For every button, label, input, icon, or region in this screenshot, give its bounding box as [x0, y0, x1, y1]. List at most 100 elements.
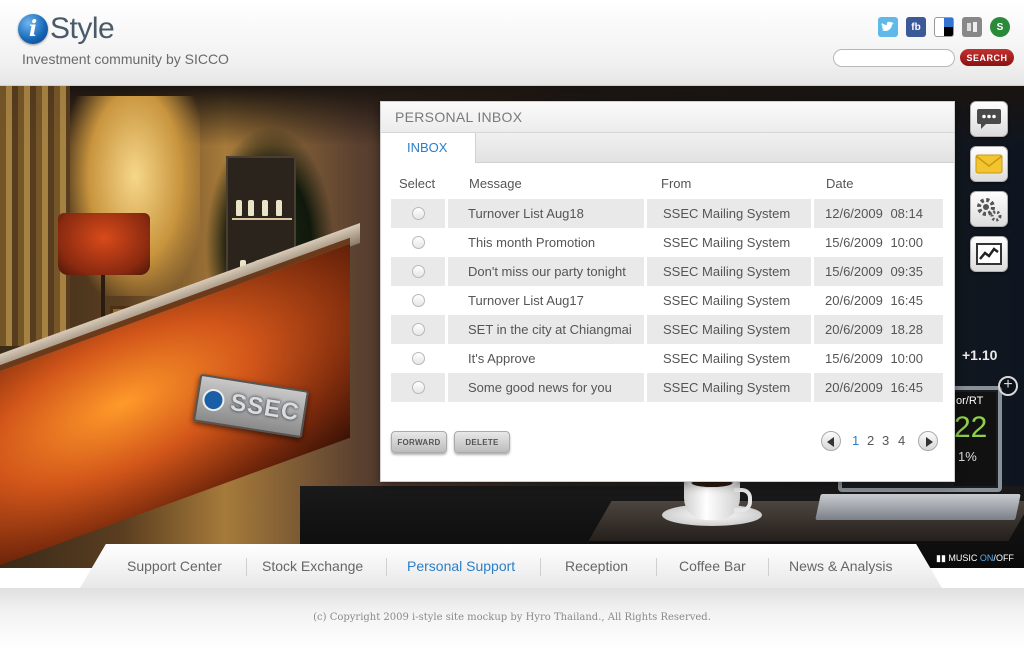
nav-item-reception[interactable]: Reception — [565, 544, 628, 588]
from-cell: SSEC Mailing System — [647, 373, 811, 402]
select-radio[interactable] — [412, 207, 425, 220]
delete-button[interactable]: DELETE — [454, 431, 510, 453]
from-cell: SSEC Mailing System — [647, 257, 811, 286]
table-row[interactable]: This month Promotion SSEC Mailing System… — [391, 228, 943, 257]
from-cell: SSEC Mailing System — [647, 199, 811, 228]
personal-inbox-panel: PERSONAL INBOX INBOX Select Message From… — [380, 101, 955, 482]
coffee-cup — [684, 478, 752, 520]
music-label: MUSIC — [948, 553, 978, 563]
ssec-sign-text: SSEC — [228, 388, 302, 427]
delicious-icon[interactable] — [934, 17, 954, 37]
message-table: Turnover List Aug18 SSEC Mailing System … — [391, 199, 943, 402]
select-radio[interactable] — [412, 236, 425, 249]
laptop-percent: 1% — [958, 449, 977, 464]
copyright: (c) Copyright 2009 i-style site mockup b… — [313, 612, 711, 623]
settings-icon[interactable] — [970, 191, 1008, 227]
page-link-1[interactable]: 1 — [852, 433, 859, 448]
nav-divider — [768, 558, 769, 576]
music-off[interactable]: OFF — [996, 553, 1014, 563]
date-cell: 15/6/2009 10:00 — [825, 351, 923, 366]
lamp-shade — [58, 213, 150, 275]
select-cell — [391, 199, 445, 228]
nav-divider — [246, 558, 247, 576]
logo-badge: i — [18, 14, 48, 44]
table-row[interactable]: Turnover List Aug18 SSEC Mailing System … — [391, 199, 943, 228]
message-cell[interactable]: Turnover List Aug17 — [448, 286, 644, 315]
date-cell: 20/6/2009 18.28 — [814, 315, 943, 344]
date-cell: 12/6/2009 08:14 — [814, 199, 943, 228]
main-nav: Support Center Stock Exchange Personal S… — [80, 544, 942, 588]
message-cell[interactable]: It's Approve — [448, 344, 644, 373]
laptop-base — [815, 494, 1021, 520]
tab-bar: INBOX — [381, 133, 954, 163]
chart-icon[interactable] — [970, 236, 1008, 272]
logo-wordmark: Style — [50, 12, 115, 45]
column-header-select: Select — [399, 176, 436, 191]
select-radio[interactable] — [412, 294, 425, 307]
from-cell: SSEC Mailing System — [663, 235, 791, 250]
table-row[interactable]: Some good news for you SSEC Mailing Syst… — [391, 373, 943, 402]
message-cell[interactable]: SET in the city at Chiangmai — [448, 315, 644, 344]
facebook-icon[interactable]: fb — [906, 17, 926, 37]
stumbleupon-icon[interactable]: S — [990, 17, 1010, 37]
select-radio[interactable] — [412, 323, 425, 336]
logo[interactable]: i Style — [18, 12, 115, 46]
select-radio[interactable] — [412, 381, 425, 394]
music-toggle[interactable]: ▮▮ MUSIC ON/OFF — [936, 553, 1014, 564]
table-row[interactable]: Don't miss our party tonight SSEC Mailin… — [391, 257, 943, 286]
column-header-message: Message — [469, 176, 522, 191]
select-radio[interactable] — [412, 265, 425, 278]
expand-plus-icon[interactable]: + — [998, 376, 1018, 396]
date-cell: 20/6/2009 16:45 — [825, 293, 923, 308]
ticker-value: +1.10 — [962, 347, 998, 363]
column-header-date: Date — [826, 176, 854, 191]
date-cell: 15/6/2009 10:00 — [825, 235, 923, 250]
column-header-from: From — [661, 176, 692, 191]
search-input[interactable] — [833, 49, 955, 67]
select-cell — [391, 373, 445, 402]
date-cell: 20/6/2009 16:45 — [814, 373, 943, 402]
message-cell[interactable]: This month Promotion — [448, 228, 644, 257]
date-cell: 15/6/2009 09:35 — [814, 257, 943, 286]
message-cell[interactable]: Don't miss our party tonight — [448, 257, 644, 286]
nav-item-coffee-bar[interactable]: Coffee Bar — [679, 544, 746, 588]
nav-item-support-center[interactable]: Support Center — [127, 544, 222, 588]
nav-item-news-analysis[interactable]: News & Analysis — [789, 544, 892, 588]
select-cell — [391, 315, 445, 344]
music-icon: ▮▮ — [936, 553, 949, 563]
laptop-value: 22 — [954, 411, 988, 444]
nav-divider — [386, 558, 387, 576]
from-cell: SSEC Mailing System — [647, 315, 811, 344]
prev-page-icon[interactable] — [821, 431, 841, 451]
twitter-icon[interactable] — [878, 17, 898, 37]
table-row[interactable]: It's Approve SSEC Mailing System 15/6/20… — [391, 344, 943, 373]
music-on[interactable]: ON — [980, 553, 994, 563]
page-link-3[interactable]: 3 — [882, 433, 889, 448]
select-cell — [391, 228, 445, 257]
tab-inbox[interactable]: INBOX — [381, 133, 476, 163]
nav-item-personal-support[interactable]: Personal Support — [407, 544, 515, 588]
message-cell[interactable]: Some good news for you — [448, 373, 644, 402]
chat-icon[interactable] — [970, 101, 1008, 137]
forward-button[interactable]: FORWARD — [391, 431, 447, 453]
next-page-icon[interactable] — [918, 431, 938, 451]
laptop-label: or/RT — [956, 395, 984, 407]
from-cell: SSEC Mailing System — [663, 293, 791, 308]
select-radio[interactable] — [412, 352, 425, 365]
nav-item-stock-exchange[interactable]: Stock Exchange — [262, 544, 363, 588]
select-cell — [391, 344, 445, 373]
page-link-2[interactable]: 2 — [867, 433, 874, 448]
page-link-4[interactable]: 4 — [898, 433, 905, 448]
table-row[interactable]: SET in the city at Chiangmai SSEC Mailin… — [391, 315, 943, 344]
digg-icon[interactable] — [962, 17, 982, 37]
from-cell: SSEC Mailing System — [663, 351, 791, 366]
panel-title: PERSONAL INBOX — [381, 102, 954, 133]
message-cell[interactable]: Turnover List Aug18 — [448, 199, 644, 228]
mail-icon[interactable] — [970, 146, 1008, 182]
table-row[interactable]: Turnover List Aug17 SSEC Mailing System … — [391, 286, 943, 315]
ssec-emblem-icon — [201, 387, 227, 413]
select-cell — [391, 257, 445, 286]
tagline: Investment community by SICCO — [22, 51, 229, 67]
header: i Style Investment community by SICCO fb… — [0, 0, 1024, 86]
search-button[interactable]: SEARCH — [960, 49, 1014, 66]
